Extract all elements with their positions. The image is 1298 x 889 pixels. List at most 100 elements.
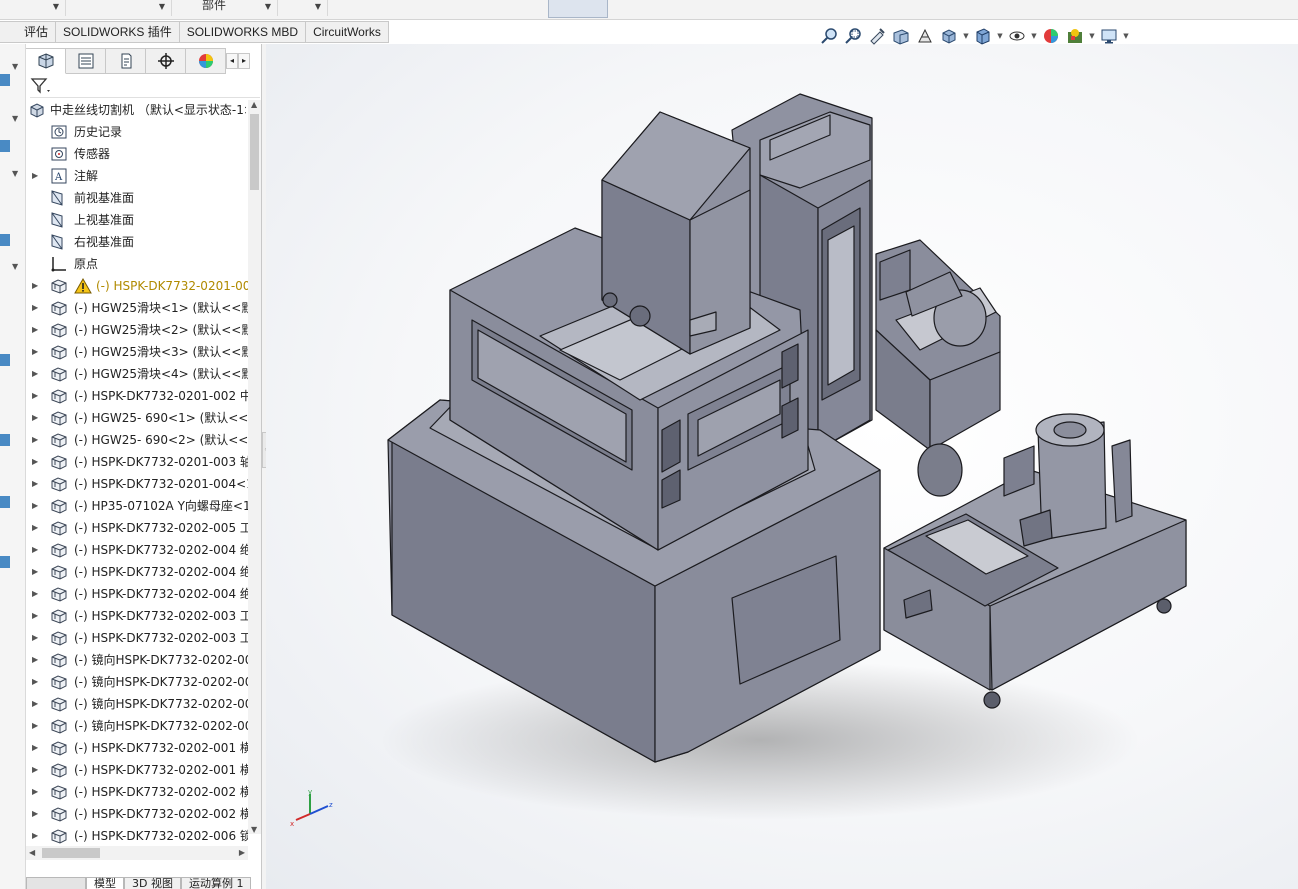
ribbon-dropdown-4[interactable]: ▼: [278, 0, 328, 16]
view-settings-icon[interactable]: [1098, 26, 1120, 46]
view-orientation-icon[interactable]: [938, 26, 960, 46]
strip-icon[interactable]: [0, 140, 10, 152]
strip-icon[interactable]: [0, 496, 10, 508]
tree-item[interactable]: ▶ (-) HSPK-DK7732-0201-002 中: [26, 385, 248, 407]
tree-item[interactable]: ▶ (-) HSPK-DK7732-0202-001 横: [26, 759, 248, 781]
expand-arrow-icon[interactable]: ▶: [32, 407, 38, 429]
tabs-scroll-left[interactable]: ◂: [226, 53, 238, 69]
tree-item[interactable]: ▶ (-) HSPK-DK7732-0202-004 绝: [26, 561, 248, 583]
tab-evaluate[interactable]: 评估: [0, 21, 57, 43]
tree-item[interactable]: ▶ (-) HSPK-DK7732-0202-001 横: [26, 737, 248, 759]
tree-item[interactable]: 上视基准面: [26, 209, 248, 231]
tree-item[interactable]: 右视基准面: [26, 231, 248, 253]
tab-motion-study[interactable]: 运动算例 1: [180, 877, 252, 889]
tab-circuitworks[interactable]: CircuitWorks: [306, 21, 389, 43]
tree-item[interactable]: 传感器: [26, 143, 248, 165]
tab-dimxpert-manager[interactable]: [146, 48, 186, 74]
expand-arrow-icon[interactable]: ▶: [32, 517, 38, 539]
tab-3d-views[interactable]: 3D 视图: [124, 877, 181, 889]
tree-item[interactable]: ▶ (-) 镜向HSPK-DK7732-0202-00: [26, 649, 248, 671]
expand-arrow-icon[interactable]: ▶: [32, 737, 38, 759]
tree-vertical-scrollbar[interactable]: ▲ ▼: [248, 100, 261, 834]
strip-icon[interactable]: [0, 354, 10, 366]
display-style-icon[interactable]: [972, 26, 994, 46]
tab-property-manager[interactable]: [66, 48, 106, 74]
expand-arrow-icon[interactable]: ▶: [32, 539, 38, 561]
scroll-right-icon[interactable]: ▶: [239, 848, 245, 857]
tree-item[interactable]: ▶ A 注解: [26, 165, 248, 187]
edit-appearance-icon[interactable]: [1040, 26, 1062, 46]
expand-arrow-icon[interactable]: ▶: [32, 627, 38, 649]
section-view-icon[interactable]: [890, 26, 912, 46]
scroll-left-icon[interactable]: ◀: [29, 848, 35, 857]
previous-view-icon[interactable]: [866, 26, 888, 46]
tree-item[interactable]: ▶ (-) HGW25滑块<1> (默认<<默: [26, 297, 248, 319]
tree-item[interactable]: ▶ (-) HSPK-DK7732-0202-004 绝: [26, 583, 248, 605]
tab-navigation-arrows[interactable]: [26, 877, 86, 889]
ribbon-dropdown-1[interactable]: ▼: [0, 0, 66, 16]
expand-arrow-icon[interactable]: ▶: [32, 825, 38, 847]
tab-display-manager[interactable]: [186, 48, 226, 74]
tab-feature-tree[interactable]: [26, 48, 66, 74]
tree-item[interactable]: ▶ (-) HSPK-DK7732-0202-003 工: [26, 627, 248, 649]
tree-item[interactable]: 原点: [26, 253, 248, 275]
hide-show-icon[interactable]: [1006, 26, 1028, 46]
expand-arrow-icon[interactable]: ▶: [32, 715, 38, 737]
dynamic-annotation-icon[interactable]: [914, 26, 936, 46]
expand-arrow-icon[interactable]: ▶: [32, 803, 38, 825]
expand-arrow-icon[interactable]: ▶: [32, 605, 38, 627]
tree-filter[interactable]: [30, 74, 260, 98]
chevron-down-icon[interactable]: ▼: [996, 32, 1004, 40]
expand-arrow-icon[interactable]: ▶: [32, 583, 38, 605]
tab-configuration-manager[interactable]: [106, 48, 146, 74]
expand-arrow-icon[interactable]: ▶: [32, 165, 38, 187]
expand-arrow-icon[interactable]: ▶: [32, 473, 38, 495]
tree-item[interactable]: ▶ (-) 镜向HSPK-DK7732-0202-00: [26, 715, 248, 737]
machine-model[interactable]: [266, 44, 1298, 889]
strip-icon[interactable]: [0, 74, 10, 86]
expand-arrow-icon[interactable]: ▶: [32, 561, 38, 583]
tree-item[interactable]: ▶ (-) 镜向HSPK-DK7732-0202-00: [26, 671, 248, 693]
tree-item[interactable]: ▶ (-) HGW25滑块<3> (默认<<默: [26, 341, 248, 363]
ribbon-dropdown-2[interactable]: ▼: [66, 0, 172, 16]
tree-item[interactable]: 前视基准面: [26, 187, 248, 209]
scroll-down-icon[interactable]: ▼: [251, 825, 257, 834]
expand-arrow-icon[interactable]: ▶: [32, 671, 38, 693]
tree-horizontal-scrollbar[interactable]: ◀ ▶: [26, 846, 248, 860]
expand-arrow-icon[interactable]: ▶: [32, 385, 38, 407]
expand-arrow-icon[interactable]: ▶: [32, 363, 38, 385]
tabs-scroll-right[interactable]: ▸: [238, 53, 250, 69]
expand-arrow-icon[interactable]: ▶: [32, 341, 38, 363]
tree-item[interactable]: ▶ (-) HSPK-DK7732-0202-005 工: [26, 517, 248, 539]
tab-solidworks-addins[interactable]: SOLIDWORKS 插件: [56, 21, 180, 43]
tree-item[interactable]: ▶ (-) HSPK-DK7732-0202-004 绝: [26, 539, 248, 561]
tree-item[interactable]: ▶ (-) HGW25滑块<2> (默认<<默: [26, 319, 248, 341]
tree-item[interactable]: ▶ (-) HGW25- 690<1> (默认<<默: [26, 407, 248, 429]
ribbon-selected-button[interactable]: [548, 0, 608, 18]
chevron-down-icon[interactable]: ▼: [1030, 32, 1038, 40]
tree-item[interactable]: ▶ (-) HSPK-DK7732-0201-00: [26, 275, 248, 297]
tab-solidworks-mbd[interactable]: SOLIDWORKS MBD: [179, 21, 307, 43]
zoom-to-fit-icon[interactable]: [818, 26, 840, 46]
tree-item[interactable]: ▶ (-) HSPK-DK7732-0202-003 工: [26, 605, 248, 627]
graphics-area[interactable]: y x z: [266, 44, 1298, 889]
tree-item[interactable]: ▶ (-) HSPK-DK7732-0201-004<1: [26, 473, 248, 495]
tree-item[interactable]: ▶ (-) HSPK-DK7732-0202-002 横: [26, 781, 248, 803]
tree-item[interactable]: ▶ (-) HGW25- 690<2> (默认<<默: [26, 429, 248, 451]
tree-item[interactable]: 历史记录: [26, 121, 248, 143]
zoom-to-area-icon[interactable]: [842, 26, 864, 46]
expand-arrow-icon[interactable]: ▶: [32, 451, 38, 473]
expand-arrow-icon[interactable]: ▶: [32, 649, 38, 671]
scroll-thumb[interactable]: [42, 848, 100, 858]
chevron-down-icon[interactable]: ▼: [1122, 32, 1130, 40]
expand-arrow-icon[interactable]: ▶: [32, 495, 38, 517]
expand-arrow-icon[interactable]: ▶: [32, 429, 38, 451]
scroll-up-icon[interactable]: ▲: [251, 100, 257, 109]
expand-arrow-icon[interactable]: ▶: [32, 319, 38, 341]
chevron-down-icon[interactable]: ▼: [962, 32, 970, 40]
strip-icon[interactable]: [0, 234, 10, 246]
tree-item[interactable]: ▶ (-) HP35-07102A Y向螺母座<1:: [26, 495, 248, 517]
tab-model[interactable]: 模型: [86, 877, 124, 889]
apply-scene-icon[interactable]: [1064, 26, 1086, 46]
tree-item[interactable]: ▶ (-) HGW25滑块<4> (默认<<默: [26, 363, 248, 385]
